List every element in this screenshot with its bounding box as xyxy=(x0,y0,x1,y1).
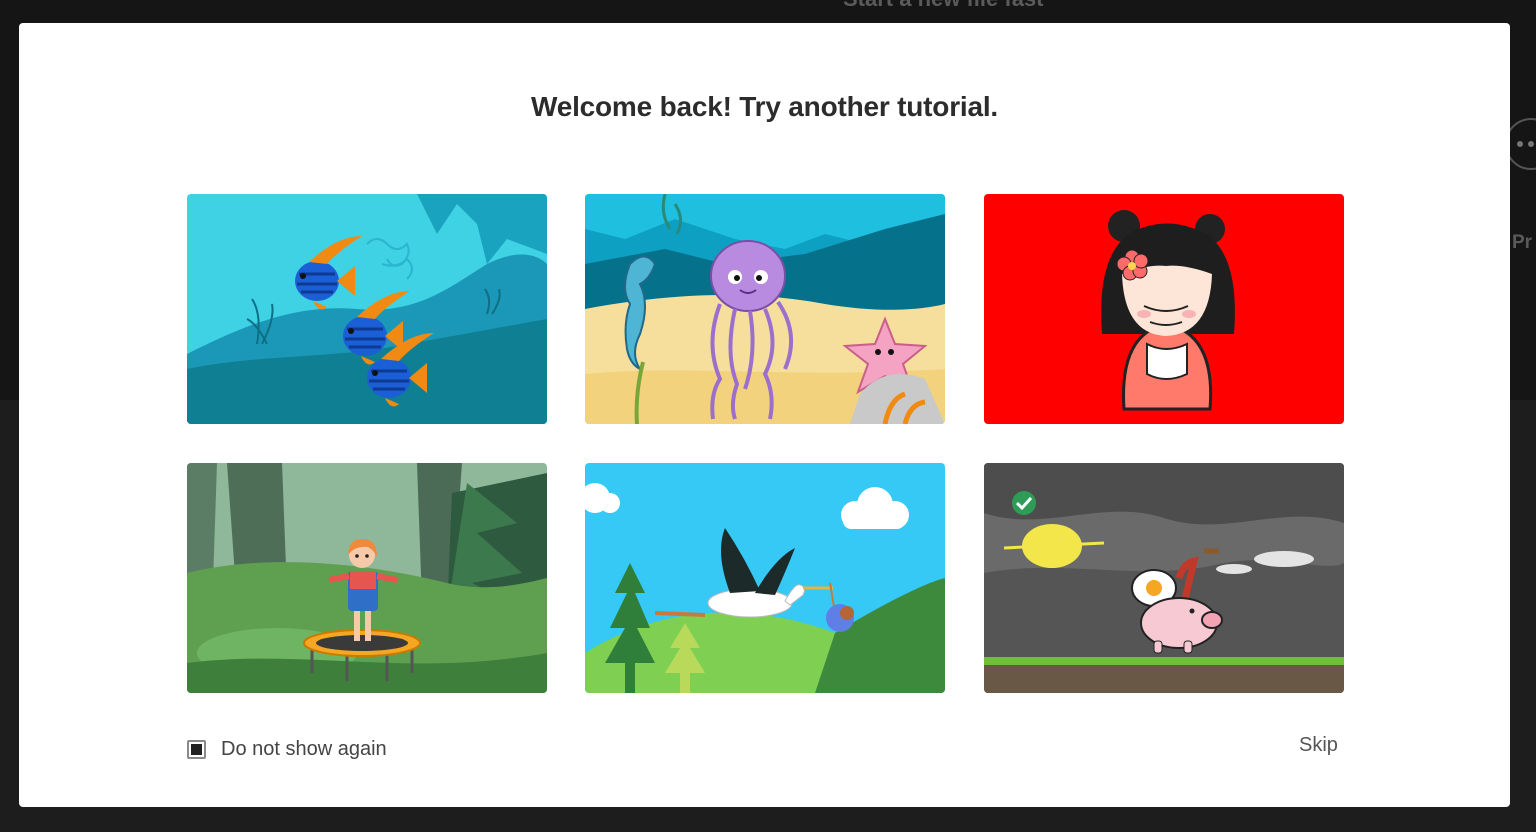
tutorial-card-jellyfish[interactable] xyxy=(585,194,945,424)
pig-thumbnail xyxy=(984,463,1344,693)
tutorial-card-trampoline[interactable] xyxy=(187,463,547,693)
girl-thumbnail xyxy=(984,194,1344,424)
jellyfish-thumbnail xyxy=(585,194,945,424)
trampoline-thumbnail xyxy=(187,463,547,693)
tutorial-card-girl[interactable] xyxy=(984,194,1344,424)
stork-thumbnail xyxy=(585,463,945,693)
do-not-show-again-label: Do not show again xyxy=(221,738,387,760)
background-heading: Start a new file fast xyxy=(843,0,1044,12)
fish-thumbnail xyxy=(187,194,547,424)
do-not-show-again-checkbox[interactable]: Do not show again xyxy=(187,738,387,761)
background-side-label: Pr xyxy=(1512,232,1533,253)
tutorial-card-fish[interactable] xyxy=(187,194,547,424)
tutorial-card-pig[interactable] xyxy=(984,463,1344,693)
checkbox-mark-icon xyxy=(191,744,202,755)
skip-button[interactable]: Skip xyxy=(1299,734,1338,757)
tutorial-card-stork[interactable] xyxy=(585,463,945,693)
dialog-title: Welcome back! Try another tutorial. xyxy=(530,91,999,122)
tutorial-dialog: Welcome back! Try another tutorial. Do n… xyxy=(19,23,1510,807)
completed-check-icon xyxy=(1012,491,1036,515)
checkbox-box[interactable] xyxy=(187,740,206,759)
